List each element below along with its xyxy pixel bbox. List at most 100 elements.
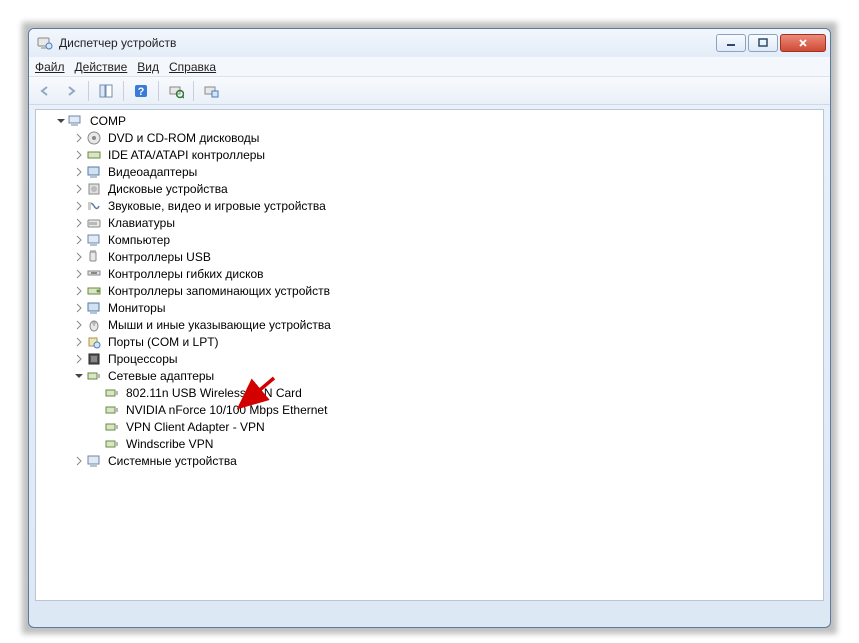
- tree-label: Сетевые адаптеры: [106, 369, 216, 383]
- tree-label: Порты (COM и LPT): [106, 335, 221, 349]
- tree-label: Видеоадаптеры: [106, 165, 199, 179]
- expander-icon[interactable]: [72, 284, 86, 298]
- window-buttons: [714, 34, 826, 52]
- tree-label: Контроллеры USB: [106, 250, 213, 264]
- expander-icon[interactable]: [72, 369, 86, 383]
- expander-icon[interactable]: [72, 335, 86, 349]
- tree-device[interactable]: Windscribe VPN: [36, 435, 823, 452]
- tree-category[interactable]: Компьютер: [36, 231, 823, 248]
- expander-icon[interactable]: [72, 233, 86, 247]
- expander-icon[interactable]: [72, 216, 86, 230]
- device-manager-window: Диспетчер устройств Файл Действие Вид Сп…: [28, 28, 831, 628]
- device-category-icon: [86, 249, 102, 265]
- device-category-icon: [86, 351, 102, 367]
- tree-category[interactable]: Процессоры: [36, 350, 823, 367]
- tree-category[interactable]: Мониторы: [36, 299, 823, 316]
- device-category-icon: [86, 266, 102, 282]
- expander-icon[interactable]: [72, 250, 86, 264]
- device-category-icon: [86, 164, 102, 180]
- device-category-icon: [86, 215, 102, 231]
- forward-button[interactable]: [59, 80, 83, 102]
- tree-label: Клавиатуры: [106, 216, 177, 230]
- expander-icon[interactable]: [72, 199, 86, 213]
- expander-icon[interactable]: [72, 182, 86, 196]
- tree-category[interactable]: Контроллеры USB: [36, 248, 823, 265]
- tree-label: NVIDIA nForce 10/100 Mbps Ethernet: [124, 403, 329, 417]
- device-category-icon: [86, 181, 102, 197]
- tree-device[interactable]: VPN Client Adapter - VPN: [36, 418, 823, 435]
- menu-help[interactable]: Справка: [169, 60, 216, 74]
- minimize-button[interactable]: [716, 34, 746, 52]
- tree-label: Системные устройства: [106, 454, 239, 468]
- back-button[interactable]: [33, 80, 57, 102]
- network-adapter-icon: [104, 436, 120, 452]
- device-category-icon: [86, 198, 102, 214]
- help-button[interactable]: ?: [129, 80, 153, 102]
- device-category-icon: [86, 130, 102, 146]
- device-manager-icon: [37, 35, 53, 51]
- device-category-icon: [86, 317, 102, 333]
- tree-label: Windscribe VPN: [124, 437, 215, 451]
- titlebar[interactable]: Диспетчер устройств: [29, 29, 830, 57]
- expander-icon[interactable]: [72, 454, 86, 468]
- network-adapter-icon: [86, 368, 102, 384]
- device-tree: COMP DVD и CD-ROM дисководы IDE ATA/ATAPI…: [36, 112, 823, 469]
- network-adapter-icon: [104, 385, 120, 401]
- tree-label: Мыши и иные указывающие устройства: [106, 318, 333, 332]
- tree-category[interactable]: Контроллеры запоминающих устройств: [36, 282, 823, 299]
- show-hide-tree-button[interactable]: [94, 80, 118, 102]
- menu-file[interactable]: Файл: [35, 60, 65, 74]
- window-title: Диспетчер устройств: [59, 36, 176, 50]
- tree-device[interactable]: 802.11n USB Wireless LAN Card: [36, 384, 823, 401]
- menubar: Файл Действие Вид Справка: [29, 57, 830, 77]
- tree-label: COMP: [88, 114, 128, 128]
- tree-category[interactable]: Дисковые устройства: [36, 180, 823, 197]
- device-tree-pane[interactable]: COMP DVD и CD-ROM дисководы IDE ATA/ATAPI…: [35, 109, 824, 601]
- expander-icon[interactable]: [54, 114, 68, 128]
- tree-category[interactable]: DVD и CD-ROM дисководы: [36, 129, 823, 146]
- tree-category[interactable]: IDE ATA/ATAPI контроллеры: [36, 146, 823, 163]
- tree-category[interactable]: Звуковые, видео и игровые устройства: [36, 197, 823, 214]
- tree-label: Контроллеры запоминающих устройств: [106, 284, 332, 298]
- tree-root[interactable]: COMP: [36, 112, 823, 129]
- expander-icon[interactable]: [72, 318, 86, 332]
- tree-category[interactable]: Клавиатуры: [36, 214, 823, 231]
- tree-label: IDE ATA/ATAPI контроллеры: [106, 148, 267, 162]
- tree-category[interactable]: Контроллеры гибких дисков: [36, 265, 823, 282]
- device-category-icon: [86, 232, 102, 248]
- device-category-icon: [86, 334, 102, 350]
- tree-label: Контроллеры гибких дисков: [106, 267, 266, 281]
- expander-icon[interactable]: [72, 131, 86, 145]
- tree-label: Компьютер: [106, 233, 172, 247]
- tree-category[interactable]: Системные устройства: [36, 452, 823, 469]
- expander-icon[interactable]: [72, 301, 86, 315]
- show-hidden-button[interactable]: [199, 80, 223, 102]
- device-category-icon: [86, 283, 102, 299]
- scan-hardware-button[interactable]: [164, 80, 188, 102]
- tree-label: Процессоры: [106, 352, 180, 366]
- expander-icon[interactable]: [72, 267, 86, 281]
- device-category-icon: [86, 147, 102, 163]
- tree-label: 802.11n USB Wireless LAN Card: [124, 386, 304, 400]
- computer-icon: [68, 113, 84, 129]
- tree-category-network[interactable]: Сетевые адаптеры: [36, 367, 823, 384]
- tree-category[interactable]: Мыши и иные указывающие устройства: [36, 316, 823, 333]
- expander-icon[interactable]: [72, 148, 86, 162]
- tree-category[interactable]: Видеоадаптеры: [36, 163, 823, 180]
- device-category-icon: [86, 300, 102, 316]
- tree-label: VPN Client Adapter - VPN: [124, 420, 267, 434]
- menu-action[interactable]: Действие: [75, 60, 128, 74]
- maximize-button[interactable]: [748, 34, 778, 52]
- tree-label: DVD и CD-ROM дисководы: [106, 131, 261, 145]
- tree-label: Дисковые устройства: [106, 182, 230, 196]
- tree-device[interactable]: NVIDIA nForce 10/100 Mbps Ethernet: [36, 401, 823, 418]
- expander-icon[interactable]: [72, 352, 86, 366]
- svg-text:?: ?: [138, 86, 145, 98]
- tree-label: Мониторы: [106, 301, 167, 315]
- tree-category[interactable]: Порты (COM и LPT): [36, 333, 823, 350]
- expander-icon[interactable]: [72, 165, 86, 179]
- tree-label: Звуковые, видео и игровые устройства: [106, 199, 328, 213]
- close-button[interactable]: [780, 34, 826, 52]
- system-device-icon: [86, 453, 102, 469]
- menu-view[interactable]: Вид: [137, 60, 159, 74]
